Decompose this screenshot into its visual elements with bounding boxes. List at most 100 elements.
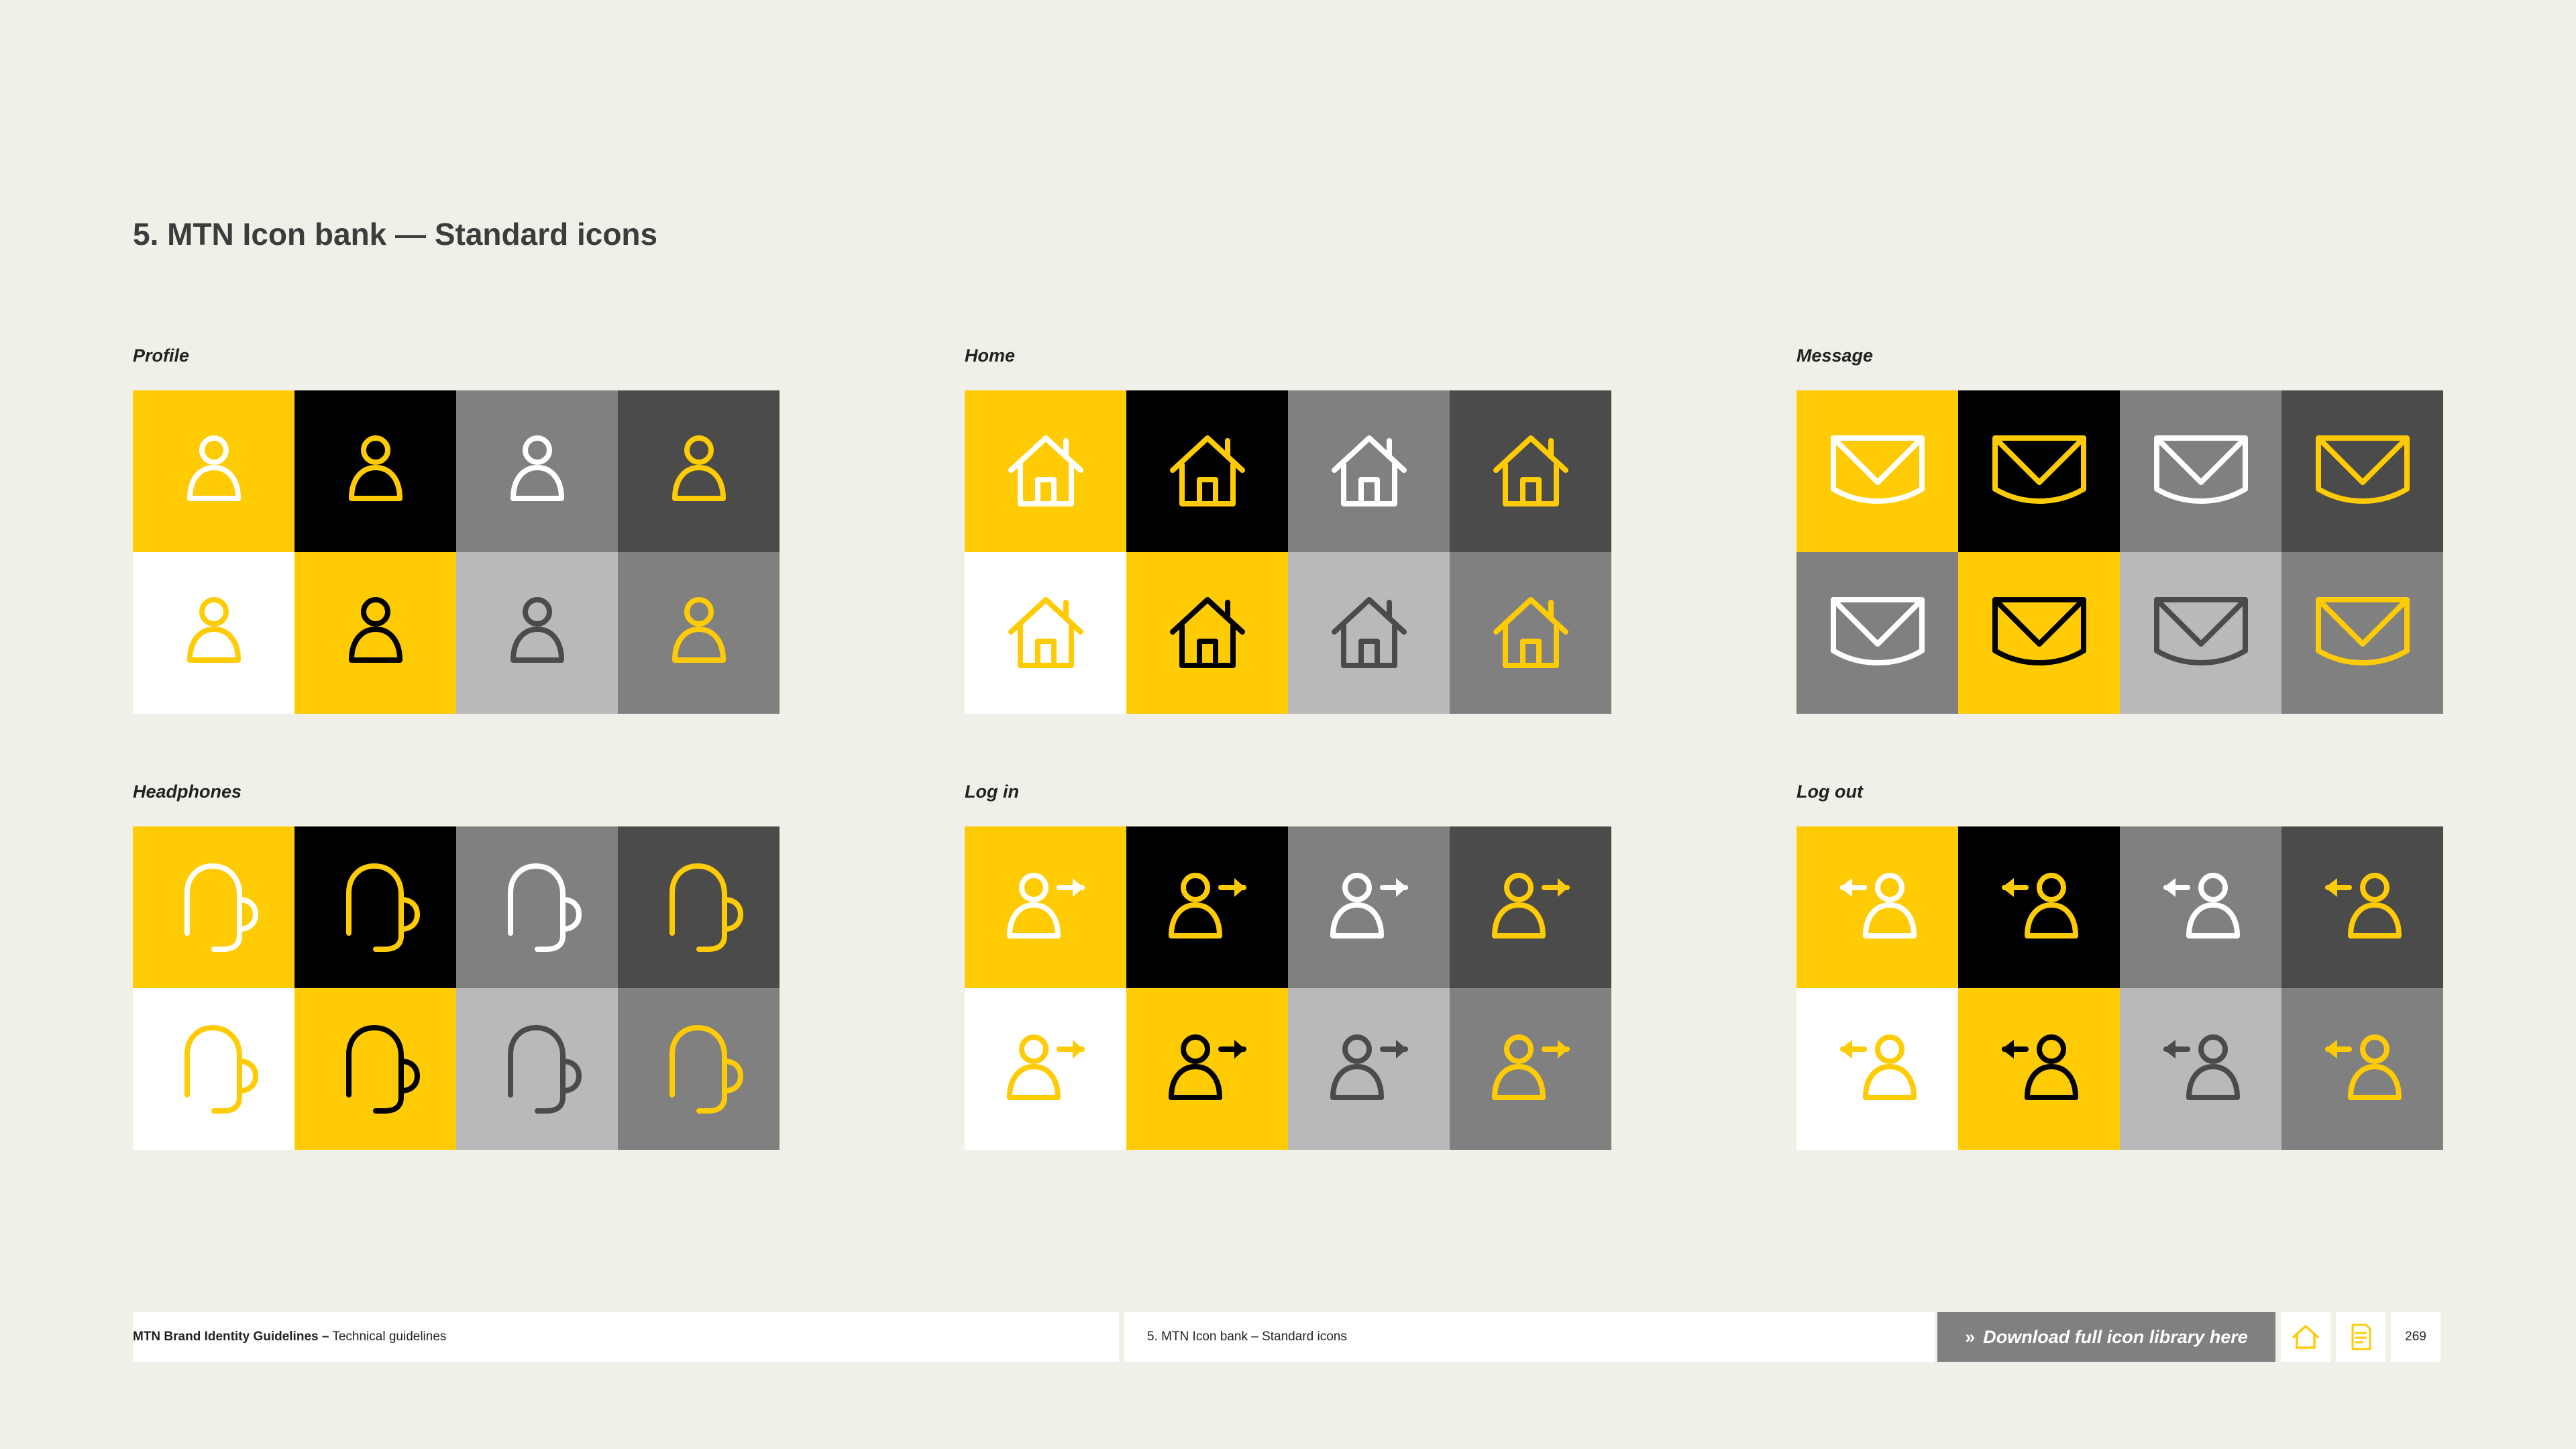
envelope-icon bbox=[1830, 435, 1925, 504]
profile-icon bbox=[510, 596, 564, 663]
icon-tile bbox=[2282, 390, 2443, 552]
contents-nav-button[interactable] bbox=[2336, 1312, 2385, 1362]
section-label: Profile bbox=[133, 345, 190, 366]
logout-icon bbox=[2163, 1034, 2240, 1100]
profile-icon bbox=[348, 435, 402, 501]
section-home: Home bbox=[965, 343, 1611, 714]
icon-tile bbox=[2282, 826, 2443, 988]
profile-icon bbox=[672, 435, 726, 501]
icon-tile bbox=[618, 988, 780, 1150]
icon-tile bbox=[1958, 988, 2120, 1150]
login-icon bbox=[1330, 1034, 1408, 1100]
profile-icon bbox=[672, 596, 726, 663]
page-number: 269 bbox=[2391, 1312, 2440, 1362]
home-nav-button[interactable] bbox=[2281, 1312, 2330, 1362]
section-label: Log in bbox=[965, 782, 1019, 802]
logout-icon bbox=[2001, 872, 2078, 938]
section-headphones: Headphones bbox=[133, 780, 780, 1150]
icon-tile bbox=[965, 390, 1126, 552]
headphones-icon bbox=[345, 1024, 420, 1114]
icon-grid bbox=[1796, 826, 2443, 1150]
section-label: Home bbox=[965, 345, 1016, 366]
section-label: Log out bbox=[1796, 782, 1863, 802]
home-icon bbox=[1331, 435, 1407, 506]
icon-tile bbox=[2120, 826, 2282, 988]
icon-tile bbox=[618, 552, 780, 714]
icon-tile bbox=[1126, 390, 1288, 552]
envelope-icon bbox=[1992, 435, 2086, 504]
section-logout: Log out bbox=[1796, 780, 2443, 1150]
icon-tile bbox=[294, 988, 456, 1150]
icon-tile bbox=[1288, 988, 1450, 1150]
icon-grid bbox=[965, 390, 1611, 714]
login-icon bbox=[1006, 872, 1085, 938]
icon-tile bbox=[133, 826, 294, 988]
section-message: Message bbox=[1796, 343, 2443, 714]
icon-tile bbox=[294, 826, 456, 988]
logout-icon bbox=[2001, 1034, 2078, 1100]
home-icon bbox=[2292, 1325, 2319, 1349]
document-icon bbox=[2351, 1324, 2371, 1350]
headphones-icon bbox=[184, 1024, 258, 1114]
login-icon bbox=[1168, 872, 1246, 938]
envelope-icon bbox=[2315, 435, 2410, 504]
logout-icon bbox=[1839, 1034, 1917, 1100]
icon-grid bbox=[1796, 390, 2443, 714]
footer-brand: MTN Brand Identity Guidelines – Technica… bbox=[133, 1312, 1119, 1362]
headphones-icon bbox=[669, 1024, 743, 1114]
icon-tile bbox=[1958, 826, 2120, 988]
home-icon bbox=[1493, 596, 1568, 668]
footer-brand-subtitle: Technical guidelines bbox=[332, 1330, 447, 1344]
icon-tile bbox=[1796, 552, 1958, 714]
login-icon bbox=[1491, 1034, 1570, 1100]
home-icon bbox=[1008, 596, 1083, 668]
icon-tile bbox=[2120, 988, 2282, 1150]
section-label: Headphones bbox=[133, 782, 242, 802]
profile-icon bbox=[510, 435, 564, 501]
download-icon-library-button[interactable]: » Download full icon library here bbox=[1937, 1312, 2275, 1362]
logout-icon bbox=[2324, 1034, 2402, 1100]
icon-tile bbox=[2120, 390, 2282, 552]
icon-grid bbox=[965, 826, 1611, 1150]
envelope-icon bbox=[1830, 596, 1925, 665]
logout-icon bbox=[1839, 872, 1917, 938]
icon-tile bbox=[1796, 826, 1958, 988]
footer-section-subtitle: – Standard icons bbox=[1251, 1330, 1347, 1344]
icon-tile bbox=[1126, 826, 1288, 988]
envelope-icon bbox=[2153, 435, 2248, 504]
headphones-icon bbox=[345, 863, 420, 952]
page-title: 5. MTN Icon bank — Standard icons bbox=[133, 217, 658, 252]
envelope-icon bbox=[2153, 596, 2248, 665]
icon-tile bbox=[1958, 552, 2120, 714]
icon-tile bbox=[294, 552, 456, 714]
icon-tile bbox=[456, 390, 618, 552]
home-icon bbox=[1169, 596, 1245, 668]
footer-section-title: 5. MTN Icon bank bbox=[1147, 1330, 1248, 1344]
headphones-icon bbox=[507, 863, 582, 952]
icon-grid bbox=[133, 826, 780, 1150]
profile-icon bbox=[348, 596, 402, 663]
icon-tile bbox=[618, 390, 780, 552]
home-icon bbox=[1169, 435, 1245, 506]
section-label: Message bbox=[1796, 345, 1874, 366]
icon-tile bbox=[965, 988, 1126, 1150]
icon-tile bbox=[1288, 552, 1450, 714]
login-icon bbox=[1330, 872, 1408, 938]
icon-tile bbox=[133, 552, 294, 714]
icon-grid bbox=[133, 390, 780, 714]
icon-tile bbox=[2120, 552, 2282, 714]
icon-tile bbox=[1450, 552, 1611, 714]
headphones-icon bbox=[669, 863, 743, 952]
home-icon bbox=[1493, 435, 1568, 506]
login-icon bbox=[1491, 872, 1570, 938]
logout-icon bbox=[2163, 872, 2240, 938]
home-icon bbox=[1008, 435, 1083, 506]
icon-tile bbox=[618, 826, 780, 988]
icon-tile bbox=[2282, 552, 2443, 714]
profile-icon bbox=[186, 596, 241, 663]
section-login: Log in bbox=[965, 780, 1611, 1150]
footer-brand-title: MTN Brand Identity Guidelines – bbox=[133, 1330, 329, 1344]
icon-tile bbox=[1450, 988, 1611, 1150]
footer-section: 5. MTN Icon bank – Standard icons bbox=[1124, 1312, 1935, 1362]
icon-tile bbox=[456, 826, 618, 988]
